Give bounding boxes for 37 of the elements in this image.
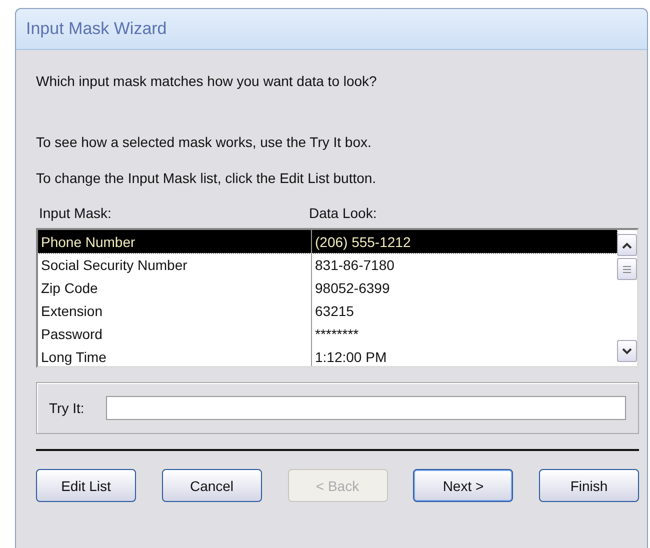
mask-name: Zip Code [38, 276, 312, 299]
window-title: Input Mask Wizard [26, 19, 167, 39]
column-header: Data Look: [309, 205, 377, 221]
data-look: 98052-6399 [314, 278, 390, 298]
mask-row[interactable]: Password ******** [38, 322, 617, 345]
data-look: 63215 [314, 302, 354, 320]
wizard-button[interactable]: Finish [539, 469, 639, 502]
data-look: (206) 555-1212 [314, 232, 411, 252]
data-look: 831-86-7180 [314, 256, 394, 274]
instruction-text: To see how a selected mask works, use the Try It box. [36, 134, 372, 150]
try-it-label: Try It: [49, 400, 84, 416]
mask-name: Phone Number [38, 230, 312, 253]
mask-name: Extension [38, 299, 312, 322]
question-text: Which input mask matches how you want data to look? [36, 73, 378, 89]
mask-row[interactable]: Zip Code 98052-6399 [38, 276, 617, 299]
data-look: 1:12:00 PM [314, 348, 387, 366]
try-it-field[interactable] [106, 396, 626, 420]
mask-row[interactable]: Extension 63215 [38, 299, 617, 322]
column-header: Input Mask: [38, 205, 112, 221]
wizard-button[interactable]: Next > [413, 469, 514, 502]
wizard-button[interactable]: Edit List [36, 469, 136, 502]
data-look: ******** [314, 324, 359, 344]
wizard-button[interactable]: Cancel [162, 469, 262, 502]
mask-row[interactable]: Phone Number (206) 555-1212 [38, 230, 617, 253]
scroll-thumb[interactable] [617, 258, 637, 280]
grip-icon [623, 266, 631, 272]
caret-up-icon [622, 242, 632, 248]
instruction-text: To change the Input Mask list, click the Edit List button. [36, 170, 378, 186]
mask-row[interactable]: Long Time 1:12:00 PM [38, 345, 617, 366]
mask-name: Long Time [38, 345, 312, 366]
caret-down-icon [622, 348, 632, 354]
mask-name: Social Security Number [38, 253, 312, 276]
scroll-up-button[interactable] [617, 234, 637, 256]
mask-row[interactable]: Social Security Number 831-86-7180 [38, 253, 617, 276]
mask-list[interactable]: Phone Number (206) 555-1212 Social Security Number 831-86-7180 Zip Code 98052-6399 Extension 63215 Password ******** Long Time 1:12:00 PM [36, 228, 639, 368]
mask-name: Password [38, 322, 312, 345]
scroll-down-button[interactable] [617, 340, 637, 362]
